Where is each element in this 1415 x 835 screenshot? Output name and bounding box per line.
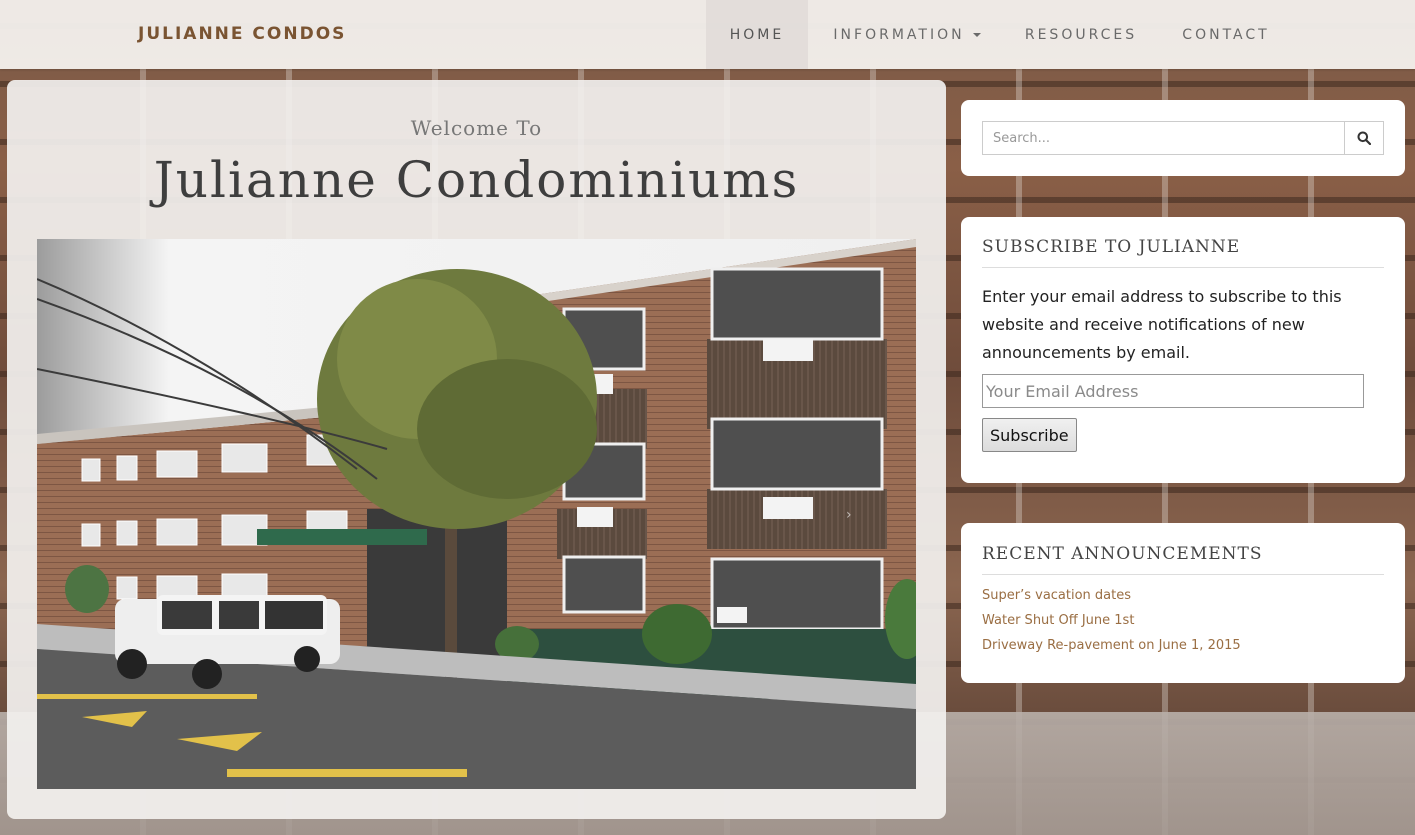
list-item: Driveway Re-pavement on June 1, 2015 bbox=[982, 637, 1241, 662]
condo-building-photo bbox=[37, 239, 916, 789]
announcement-link[interactable]: Driveway Re-pavement on June 1, 2015 bbox=[982, 638, 1241, 653]
chevron-down-icon bbox=[972, 32, 981, 37]
subscribe-button[interactable]: Subscribe bbox=[982, 418, 1077, 452]
nav-information-label: INFORMATION bbox=[833, 26, 965, 43]
nav-contact-label: CONTACT bbox=[1182, 26, 1270, 43]
list-item: Water Shut Off June 1st bbox=[982, 612, 1241, 637]
list-item: Super’s vacation dates bbox=[982, 587, 1241, 612]
email-field[interactable] bbox=[982, 374, 1364, 408]
subscribe-widget-title: SUBSCRIBE TO JULIANNE bbox=[982, 237, 1384, 268]
announcements-widget-title: RECENT ANNOUNCEMENTS bbox=[982, 544, 1384, 575]
announcements-widget: RECENT ANNOUNCEMENTS Super’s vacation da… bbox=[961, 523, 1405, 683]
welcome-heading: Welcome To bbox=[410, 116, 543, 140]
subscribe-description: Enter your email address to subscribe to… bbox=[982, 287, 1342, 362]
nav-home-label: HOME bbox=[729, 26, 785, 43]
site-brand-link[interactable]: JULIANNE CONDOS bbox=[138, 24, 346, 44]
search-input[interactable] bbox=[982, 121, 1345, 155]
search-icon bbox=[1357, 131, 1371, 145]
nav-resources[interactable]: RESOURCES bbox=[1017, 0, 1145, 69]
search-widget bbox=[961, 100, 1405, 176]
announcement-link[interactable]: Water Shut Off June 1st bbox=[982, 613, 1134, 628]
nav-resources-label: RESOURCES bbox=[1024, 26, 1138, 43]
page-title: Julianne Condominiums bbox=[153, 151, 800, 209]
nav-contact[interactable]: CONTACT bbox=[1170, 0, 1282, 69]
nav-information[interactable]: INFORMATION bbox=[822, 0, 992, 69]
hero-image-slider[interactable] bbox=[37, 239, 916, 789]
announcement-link[interactable]: Super’s vacation dates bbox=[982, 588, 1131, 603]
nav-home[interactable]: HOME bbox=[706, 0, 808, 69]
announcements-list: Super’s vacation dates Water Shut Off Ju… bbox=[982, 587, 1241, 662]
subscribe-widget: SUBSCRIBE TO JULIANNE Enter your email a… bbox=[961, 217, 1405, 483]
search-button[interactable] bbox=[1344, 121, 1384, 155]
top-navbar: JULIANNE CONDOS HOME INFORMATION RESOURC… bbox=[0, 0, 1415, 69]
slider-next-arrow[interactable]: › bbox=[846, 507, 852, 523]
